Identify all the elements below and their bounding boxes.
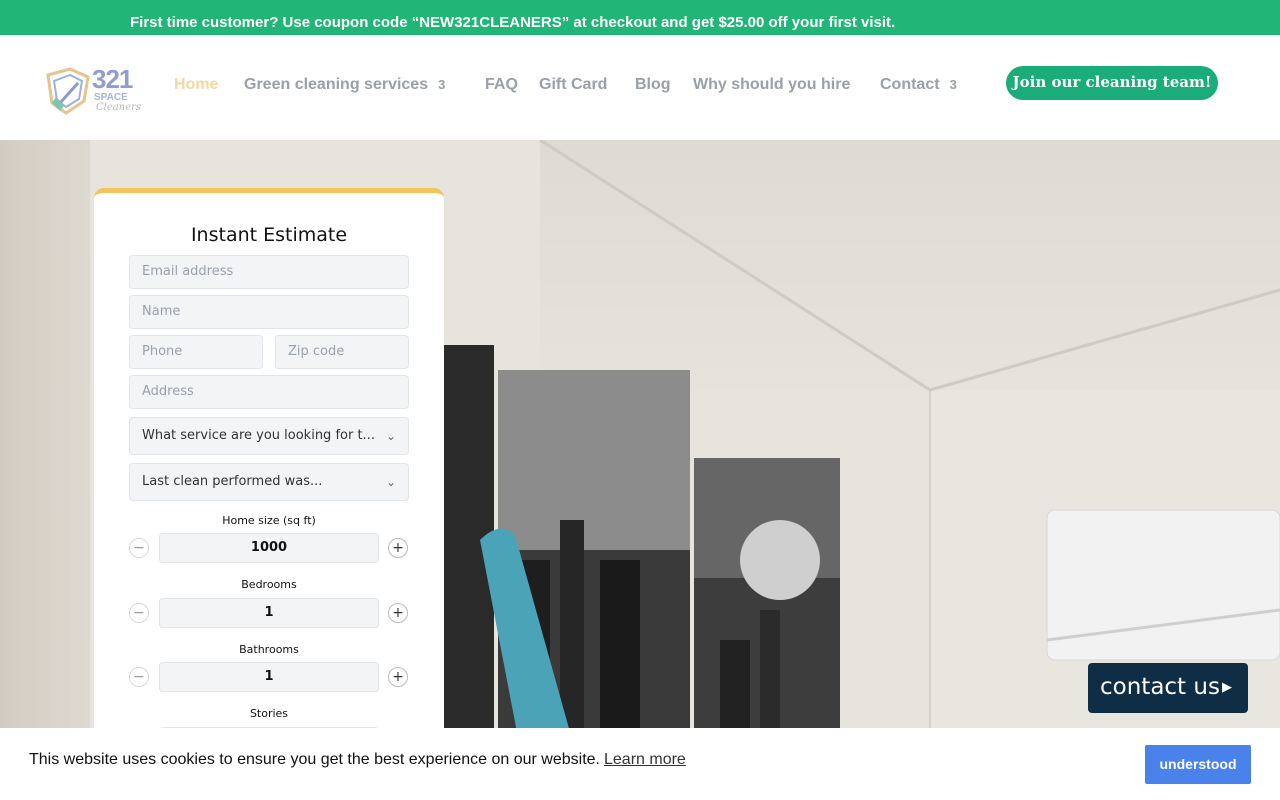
- bedrooms-input[interactable]: 1: [159, 598, 379, 628]
- join-team-button[interactable]: Join our cleaning team!: [1006, 66, 1218, 100]
- nav-item-gift-card[interactable]: Gift Card: [539, 74, 607, 96]
- nav-item-faq[interactable]: FAQ: [485, 74, 518, 96]
- form-title: Instant Estimate: [190, 224, 348, 246]
- service-select[interactable]: What service are you looking for t... ⌄: [129, 417, 409, 455]
- nav-label: FAQ: [485, 76, 518, 93]
- play-arrow-icon: ▶: [1221, 680, 1232, 695]
- nav-label: Green cleaning services: [244, 76, 429, 93]
- home-size-label: Home size (sq ft): [222, 514, 316, 527]
- last-clean-select-value: Last clean performed was...: [142, 474, 323, 489]
- submenu-indicator-icon: 3: [438, 77, 446, 92]
- nav-item-contact[interactable]: Contact 3: [880, 74, 957, 96]
- stories-label: Stories: [249, 707, 289, 720]
- nav-label: Blog: [635, 76, 671, 93]
- nav-item-why-hire[interactable]: Why should you hire: [693, 74, 850, 96]
- bathrooms-decrement-button[interactable]: −: [129, 667, 149, 687]
- home-size-input[interactable]: 1000: [159, 533, 379, 563]
- email-field[interactable]: Email address: [129, 255, 409, 289]
- site-logo[interactable]: 321 SPACE Cleaners: [42, 64, 144, 119]
- name-field[interactable]: Name: [129, 295, 409, 329]
- chevron-down-icon: ⌄: [385, 475, 396, 489]
- email-placeholder: Email address: [142, 264, 234, 279]
- phone-placeholder: Phone: [142, 344, 183, 359]
- address-field[interactable]: Address: [129, 375, 409, 409]
- bathrooms-increment-button[interactable]: +: [388, 667, 408, 687]
- logo-script: Cleaners: [96, 102, 141, 113]
- nav-item-home[interactable]: Home: [174, 74, 218, 96]
- cookie-banner: This website uses cookies to ensure you …: [0, 728, 1280, 800]
- nav-label: Why should you hire: [693, 76, 851, 93]
- address-placeholder: Address: [142, 384, 194, 399]
- bedrooms-increment-button[interactable]: +: [388, 603, 408, 623]
- promo-bar: First time customer? Use coupon code “NE…: [0, 0, 1280, 35]
- phone-field[interactable]: Phone: [129, 335, 263, 369]
- bathrooms-input[interactable]: 1: [159, 662, 379, 692]
- learn-more-link[interactable]: Learn more: [604, 751, 686, 768]
- site-header: 321 SPACE Cleaners Home Green cleaning s…: [0, 35, 1280, 140]
- bedrooms-label: Bedrooms: [241, 578, 297, 591]
- nav-label: Home: [174, 76, 219, 93]
- nav-label: Gift Card: [539, 76, 608, 93]
- nav-label: Contact: [880, 76, 940, 93]
- promo-text: First time customer? Use coupon code “NE…: [130, 14, 896, 31]
- contact-us-label: contact us: [1100, 674, 1220, 700]
- bathrooms-label: Bathrooms: [239, 643, 299, 656]
- cookie-accept-button[interactable]: understood: [1145, 745, 1251, 784]
- home-size-decrement-button[interactable]: −: [129, 538, 149, 558]
- cookie-message-text: This website uses cookies to ensure you …: [29, 751, 600, 768]
- home-size-increment-button[interactable]: +: [388, 538, 408, 558]
- service-select-value: What service are you looking for t...: [142, 428, 375, 443]
- cookie-message: This website uses cookies to ensure you …: [29, 751, 686, 769]
- estimate-form: Instant Estimate Email address Name Phon…: [94, 188, 444, 800]
- name-placeholder: Name: [142, 304, 181, 319]
- zip-field[interactable]: Zip code: [275, 335, 409, 369]
- last-clean-select[interactable]: Last clean performed was... ⌄: [129, 463, 409, 501]
- nav-item-blog[interactable]: Blog: [635, 74, 671, 96]
- chevron-down-icon: ⌄: [385, 429, 396, 443]
- nav-item-green-cleaning[interactable]: Green cleaning services 3: [244, 74, 445, 96]
- zip-placeholder: Zip code: [288, 344, 345, 359]
- shield-broom-icon: [46, 67, 90, 115]
- contact-us-button[interactable]: contact us ▶: [1088, 663, 1248, 713]
- bedrooms-decrement-button[interactable]: −: [129, 603, 149, 623]
- logo-number: 321: [92, 64, 133, 94]
- submenu-indicator-icon: 3: [949, 77, 957, 92]
